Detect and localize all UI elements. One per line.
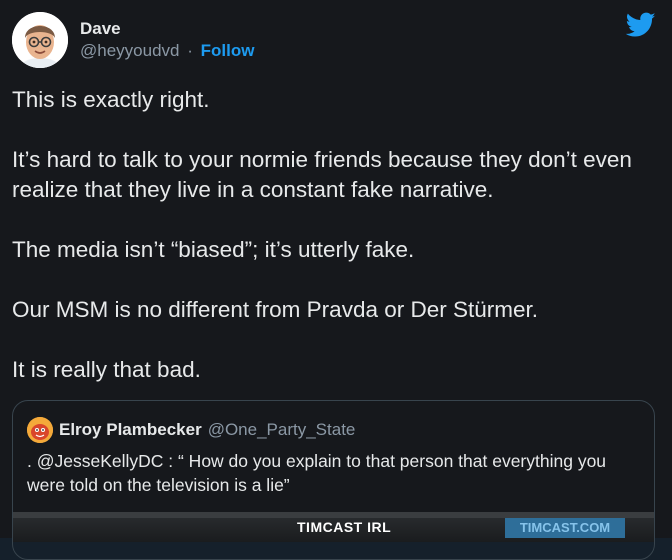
memoji-avatar-icon (12, 12, 68, 68)
tweet-paragraph: This is exactly right. (12, 87, 210, 112)
tweet-header: Dave @heyyoudvd · Follow (12, 12, 254, 68)
quoted-tweet-header: Elroy Plambecker @One_Party_State (27, 417, 355, 443)
quoted-tweet-text: . @JesseKellyDC : “ How do you explain t… (27, 451, 607, 495)
quoted-tweet[interactable]: Elroy Plambecker @One_Party_State . @Jes… (12, 400, 655, 560)
twitter-bird-icon[interactable] (626, 12, 656, 38)
tweet-paragraph: It is really that bad. (12, 357, 201, 382)
author-info: Dave @heyyoudvd · Follow (80, 18, 254, 62)
separator-dot: · (187, 41, 193, 60)
media-brand-logo: TIMCAST.COM (505, 518, 625, 538)
quoted-handle[interactable]: @One_Party_State (208, 420, 356, 440)
cartoon-face-icon (27, 417, 53, 443)
author-handle-row: @heyyoudvd · Follow (80, 40, 254, 62)
tweet-card: Dave @heyyoudvd · Follow This is exactly… (0, 0, 672, 560)
tweet-paragraph: Our MSM is no different from Pravda or D… (12, 297, 539, 322)
tweet-paragraph: It’s hard to talk to your normie friends… (12, 147, 632, 202)
quoted-display-name[interactable]: Elroy Plambecker (59, 420, 202, 440)
tweet-body: This is exactly right. It’s hard to talk… (12, 85, 652, 385)
quoted-user-avatar[interactable] (27, 417, 53, 443)
author-avatar[interactable] (12, 12, 68, 68)
author-handle[interactable]: @heyyoudvd (80, 41, 180, 60)
follow-button[interactable]: Follow (201, 41, 255, 60)
tweet-paragraph: The media isn’t “biased”; it’s utterly f… (12, 237, 415, 262)
media-caption: TIMCAST IRL (297, 519, 392, 535)
author-display-name[interactable]: Dave (80, 18, 254, 40)
